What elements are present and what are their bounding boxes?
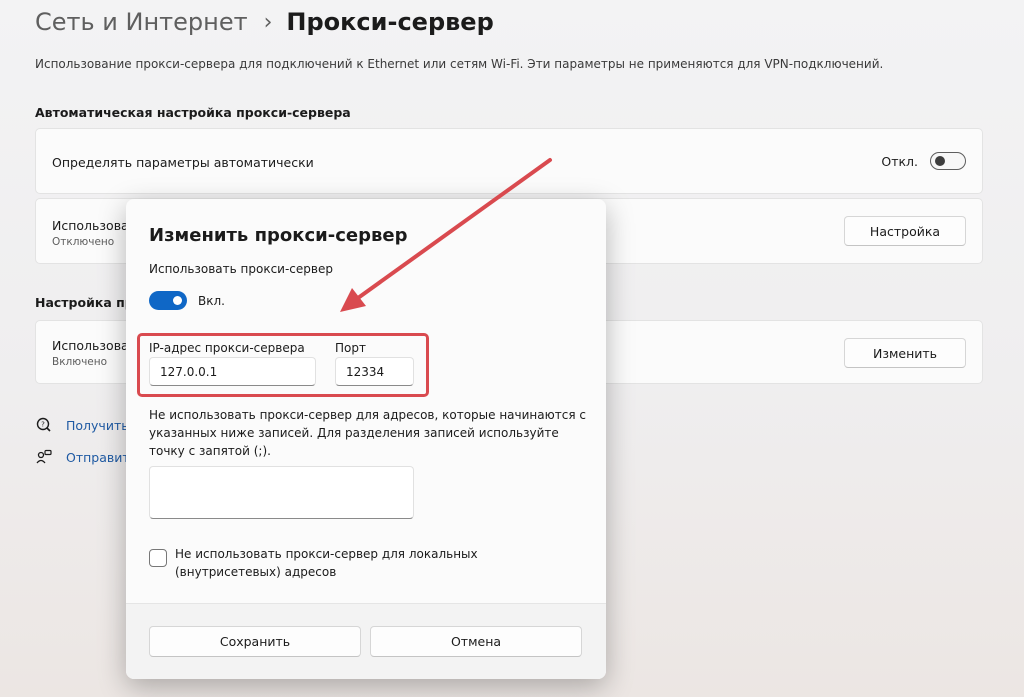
annotation-arrow-icon: [340, 158, 552, 312]
